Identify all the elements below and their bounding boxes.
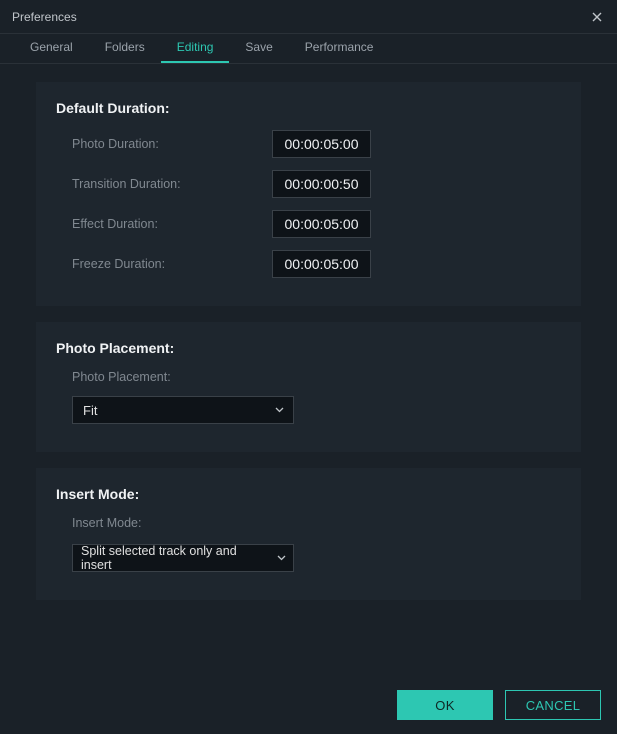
- label-effect-duration: Effect Duration:: [72, 217, 272, 231]
- close-button[interactable]: [589, 9, 605, 25]
- label-transition-duration: Transition Duration:: [72, 177, 272, 191]
- field-photo-duration: Photo Duration:: [72, 130, 561, 158]
- label-freeze-duration: Freeze Duration:: [72, 257, 272, 271]
- select-insert-mode-wrap: Split selected track only and insert: [72, 544, 294, 572]
- input-effect-duration[interactable]: [272, 210, 371, 238]
- window-title: Preferences: [12, 10, 77, 24]
- select-photo-placement-wrap: Fit: [72, 396, 294, 424]
- select-insert-mode[interactable]: Split selected track only and insert: [72, 544, 294, 572]
- tab-performance[interactable]: Performance: [289, 34, 390, 63]
- input-transition-duration[interactable]: [272, 170, 371, 198]
- section-default-duration: Default Duration: Photo Duration: Transi…: [36, 82, 581, 306]
- select-photo-placement[interactable]: Fit: [72, 396, 294, 424]
- select-insert-mode-value: Split selected track only and insert: [81, 544, 269, 572]
- close-icon: [592, 12, 602, 22]
- field-effect-duration: Effect Duration:: [72, 210, 561, 238]
- footer-buttons: OK CANCEL: [397, 690, 601, 720]
- select-photo-placement-value: Fit: [83, 403, 97, 418]
- label-photo-placement: Photo Placement:: [72, 370, 561, 384]
- label-insert-mode: Insert Mode:: [72, 516, 561, 530]
- field-transition-duration: Transition Duration:: [72, 170, 561, 198]
- content-area: Default Duration: Photo Duration: Transi…: [0, 64, 617, 634]
- tabs-bar: General Folders Editing Save Performance: [0, 34, 617, 64]
- section-photo-placement: Photo Placement: Photo Placement: Fit: [36, 322, 581, 452]
- tab-save[interactable]: Save: [229, 34, 288, 63]
- tab-general[interactable]: General: [14, 34, 89, 63]
- input-photo-duration[interactable]: [272, 130, 371, 158]
- tab-editing[interactable]: Editing: [161, 34, 230, 63]
- titlebar: Preferences: [0, 0, 617, 34]
- tab-folders[interactable]: Folders: [89, 34, 161, 63]
- section-title-placement: Photo Placement:: [56, 340, 561, 356]
- section-title-duration: Default Duration:: [56, 100, 561, 116]
- field-freeze-duration: Freeze Duration:: [72, 250, 561, 278]
- ok-button[interactable]: OK: [397, 690, 493, 720]
- section-insert-mode: Insert Mode: Insert Mode: Split selected…: [36, 468, 581, 600]
- section-title-insert: Insert Mode:: [56, 486, 561, 502]
- cancel-button[interactable]: CANCEL: [505, 690, 601, 720]
- label-photo-duration: Photo Duration:: [72, 137, 272, 151]
- input-freeze-duration[interactable]: [272, 250, 371, 278]
